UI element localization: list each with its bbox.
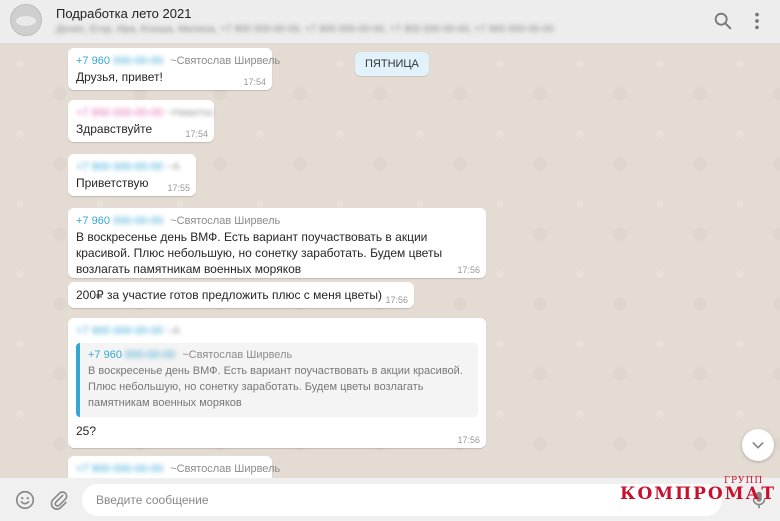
quoted-message[interactable]: +7 960 000-00-00 ~Святослав Ширвель В во…	[76, 343, 478, 417]
message-list[interactable]: ПЯТНИЦА +7 960 000-00-00 ~Святослав Ширв…	[0, 44, 780, 478]
message-bubble[interactable]: +7 900 000-00-00 ~Святослав Ширвель	[68, 456, 281, 478]
message-sender: +7 960 000-00-00 ~Святослав Ширвель	[76, 55, 281, 67]
attach-button[interactable]	[48, 489, 70, 511]
message-time: 17:56	[457, 435, 480, 445]
reply-message-bubble[interactable]: +7 900 000-00-00 ~А +7 960 000-00-00 ~Св…	[68, 318, 486, 448]
message-bubble[interactable]: +7 900 000-00-00 ~Никитос Здравствуйте 1…	[68, 100, 214, 142]
message-bubble[interactable]: 200₽ за участие готов предложить плюс с …	[68, 282, 414, 308]
message-sender: +7 960 000-00-00 ~Святослав Ширвель	[76, 215, 281, 227]
message-time: 17:54	[185, 129, 208, 139]
message-sender: +7 900 000-00-00 ~А	[76, 161, 180, 173]
search-button[interactable]	[712, 10, 734, 32]
message-time: 17:54	[243, 77, 266, 87]
menu-button[interactable]	[746, 10, 768, 32]
message-text: Друзья, привет!	[76, 70, 163, 84]
emoji-icon	[15, 490, 35, 510]
quoted-text: В воскресенье день ВМФ. Есть вариант поу…	[88, 365, 463, 409]
message-bubble[interactable]: +7 900 000-00-00 ~А Приветствую 17:55	[68, 154, 196, 196]
chevron-down-icon	[752, 442, 764, 449]
group-avatar[interactable]	[10, 4, 42, 36]
date-divider: ПЯТНИЦА	[355, 52, 429, 76]
message-text: 200₽ за участие готов предложить плюс с …	[76, 288, 383, 302]
participants-list: Денис, Егор, Ира, Ксюша, Милена, +7 900 …	[56, 24, 554, 35]
paperclip-icon	[50, 491, 68, 510]
emoji-button[interactable]	[14, 489, 36, 511]
message-bubble[interactable]: +7 960 000-00-00 ~Святослав Ширвель В во…	[68, 208, 486, 278]
message-sender: +7 900 000-00-00 ~Святослав Ширвель	[76, 463, 281, 475]
message-composer	[0, 478, 780, 521]
kebab-menu-icon	[755, 12, 759, 30]
chat-header: Подработка лето 2021 Денис, Егор, Ира, К…	[0, 0, 780, 44]
message-time: 17:56	[457, 265, 480, 275]
message-time: 17:55	[167, 183, 190, 193]
message-sender: +7 900 000-00-00 ~А	[76, 325, 180, 337]
scroll-to-bottom-button[interactable]	[742, 429, 774, 461]
message-input[interactable]	[82, 484, 722, 516]
voice-message-button[interactable]	[748, 489, 770, 511]
message-text: 25?	[76, 424, 97, 438]
message-text: В воскресенье день ВМФ. Есть вариант поу…	[76, 230, 443, 276]
microphone-icon	[752, 491, 766, 509]
search-icon	[714, 12, 732, 30]
chat-title[interactable]: Подработка лето 2021	[56, 6, 191, 21]
message-time: 17:56	[385, 295, 408, 305]
quoted-sender: +7 960 000-00-00 ~Святослав Ширвель	[88, 349, 293, 361]
message-bubble[interactable]: +7 960 000-00-00 ~Святослав Ширвель Друз…	[68, 48, 281, 90]
message-sender: +7 900 000-00-00 ~Никитос	[76, 107, 215, 119]
